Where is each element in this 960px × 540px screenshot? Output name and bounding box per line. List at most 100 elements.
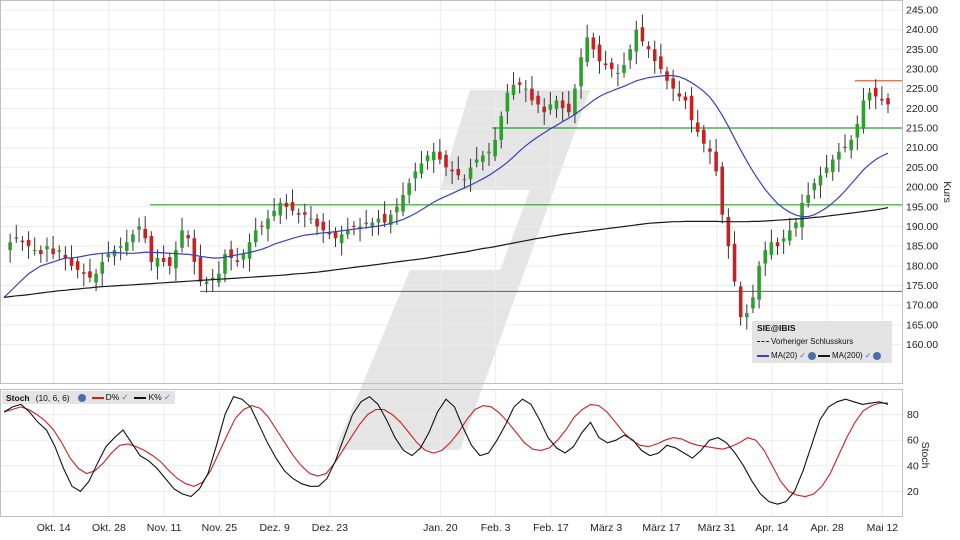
check-icon: ✓ (864, 351, 872, 360)
candle-body (652, 49, 657, 62)
candle-body (88, 271, 92, 278)
settings-icon[interactable] (77, 393, 86, 402)
candle-body (702, 129, 706, 144)
candle-body (198, 257, 203, 282)
candle-body (591, 37, 596, 50)
settings-icon[interactable] (873, 351, 882, 360)
stoch-tick-label: 20 (907, 486, 919, 498)
candle-body (296, 213, 301, 215)
legend-item-ma200[interactable]: MA(200) ✓ (818, 351, 882, 360)
price-tick-label: 205.00 (906, 162, 938, 174)
y-axis-label-stoch: Stoch (919, 442, 931, 469)
candle-body (720, 166, 725, 215)
candle-body (622, 65, 626, 73)
price-tick-label: 215.00 (906, 123, 938, 135)
legend-symbol: SIE@IBIS (757, 323, 796, 333)
candle-body (536, 95, 540, 105)
candle-body (646, 46, 651, 50)
candle-body (732, 243, 737, 282)
candle-body (880, 98, 884, 101)
candle-body (861, 100, 866, 129)
candle-body (787, 230, 792, 241)
candle-body (8, 242, 12, 251)
candle-body (450, 169, 454, 172)
legend-item-prev-close[interactable]: Vorheriger Schlusskurs (757, 337, 853, 346)
candle-body (395, 206, 399, 213)
candle-body (321, 221, 326, 231)
candle-body (444, 154, 448, 168)
candle-body (235, 260, 240, 262)
candle-body (413, 171, 418, 179)
candle-body (763, 250, 768, 264)
candle-body (352, 225, 356, 227)
candle-body (738, 286, 743, 318)
candle-body (867, 92, 872, 101)
candle-body (683, 96, 688, 101)
candle-body (284, 202, 289, 207)
candle-body (32, 250, 37, 252)
x-tick-label: Feb. 17 (533, 522, 569, 534)
candle-body (382, 213, 387, 223)
price-tick-label: 200.00 (906, 182, 938, 194)
candle-body (855, 124, 860, 138)
candle-body (468, 167, 473, 180)
stock-chart: 160.00 165.00 170.00 175.00 180.00 185.00 190.… (0, 0, 953, 534)
candle-body (407, 183, 411, 195)
settings-icon[interactable] (807, 351, 816, 360)
legend-item-k[interactable]: K% ✓ (134, 392, 171, 403)
candle-body (671, 78, 675, 89)
candle-body (757, 265, 761, 300)
candle-body (481, 155, 485, 162)
candle-body (800, 202, 804, 228)
candle-body (69, 257, 74, 266)
price-tick-label: 225.00 (906, 83, 938, 95)
candle-body (333, 231, 338, 239)
candle-body (180, 230, 184, 248)
candle-body (106, 254, 111, 258)
candle-body (20, 240, 25, 243)
candle-body (425, 155, 430, 162)
candle-body (241, 254, 246, 260)
price-tick-label: 165.00 (906, 319, 938, 331)
candle-body (278, 202, 283, 216)
candle-body (781, 238, 786, 242)
candle-body (751, 297, 755, 309)
candle-body (82, 272, 86, 274)
candle-body (548, 104, 553, 110)
stoch-tick-label: 60 (907, 435, 919, 447)
candle-body (118, 246, 123, 248)
price-tick-label: 175.00 (906, 280, 938, 292)
candle-body (309, 218, 313, 220)
candle-body (714, 151, 718, 172)
candle-body (155, 257, 160, 267)
x-tick-label: Jan. 20 (423, 522, 458, 534)
price-tick-label: 185.00 (906, 241, 938, 253)
legend-item-ma20[interactable]: MA(20) ✓ (757, 351, 816, 360)
candle-body (487, 151, 491, 154)
candle-body (39, 250, 43, 255)
candle-body (45, 246, 49, 250)
candle-body (364, 222, 368, 225)
candle-body (517, 82, 522, 85)
price-tick-label: 245.00 (906, 4, 938, 16)
candle-body (26, 239, 31, 247)
legend-item-d[interactable]: D% ✓ (91, 392, 128, 403)
candle-body (566, 103, 571, 113)
price-tick-label: 230.00 (906, 63, 938, 75)
candle-body (560, 100, 565, 109)
candle-body (843, 146, 847, 148)
x-tick-label: März 3 (590, 522, 622, 534)
candle-body (659, 56, 663, 69)
check-icon: ✓ (799, 351, 806, 360)
price-tick-label: 220.00 (906, 103, 938, 115)
candle-body (137, 226, 141, 230)
candle-body (689, 95, 694, 121)
candle-body (769, 242, 774, 255)
candle-body (530, 88, 534, 101)
candle-body (124, 242, 129, 251)
candle-body (542, 106, 547, 113)
candle-body (192, 238, 197, 262)
price-tick-label: 210.00 (906, 142, 938, 154)
x-tick-label: Dez. 23 (312, 522, 348, 534)
candle-body (634, 29, 639, 52)
